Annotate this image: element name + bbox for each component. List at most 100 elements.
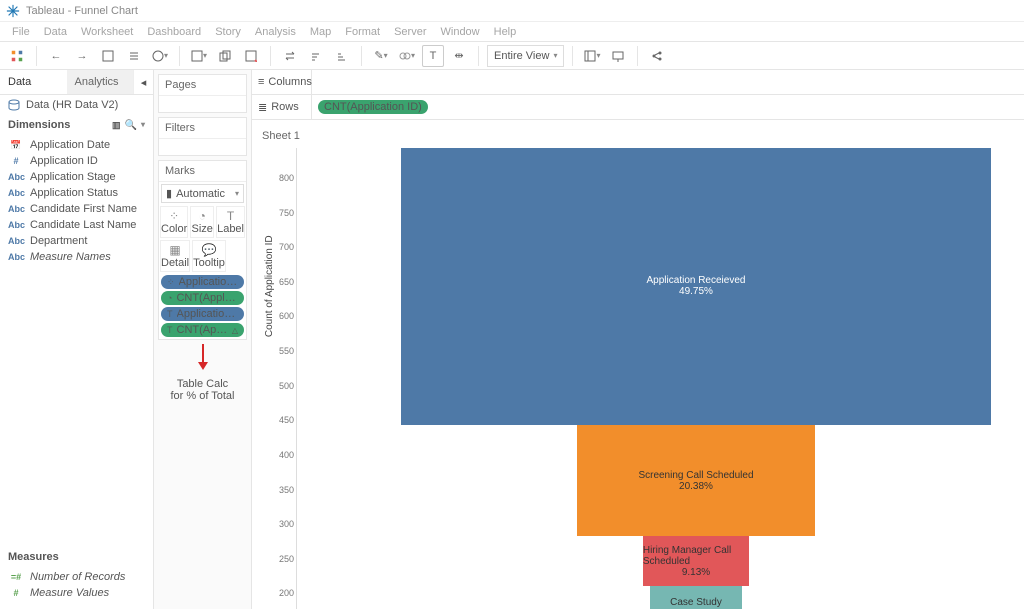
segment-label: Screening Call Scheduled (638, 470, 753, 481)
label-icon: T (167, 325, 173, 335)
menu-map[interactable]: Map (304, 26, 337, 38)
field-measure-values[interactable]: #Measure Values (0, 585, 153, 601)
marks-size[interactable]: ◔Size (190, 206, 214, 238)
undo-icon[interactable]: ← (45, 45, 67, 67)
annotation-line: for % of Total (162, 390, 243, 402)
y-tick-label: 650 (270, 277, 294, 287)
segment-label: Application Receieved (647, 275, 746, 286)
filters-card[interactable]: Filters (158, 117, 247, 156)
save-icon[interactable] (97, 45, 119, 67)
columns-icon: ≡ (258, 76, 264, 88)
tablecalc-icon: △ (232, 326, 238, 335)
funnel-segment[interactable]: Hiring Manager Call Scheduled9.13% (643, 536, 749, 586)
view-as-icon[interactable]: ▥ (112, 120, 121, 131)
menu-server[interactable]: Server (388, 26, 432, 38)
highlight-icon[interactable]: ✎▾ (370, 45, 392, 67)
menu-story[interactable]: Story (209, 26, 247, 38)
columns-label: Columns (268, 76, 311, 88)
field-label: Candidate First Name (30, 203, 137, 215)
field-application-date[interactable]: 📅Application Date (0, 137, 153, 153)
funnel-segment[interactable]: Screening Call Scheduled20.38% (577, 425, 815, 536)
menu-file[interactable]: File (6, 26, 36, 38)
share-icon[interactable] (646, 45, 668, 67)
funnel-segment[interactable]: Application Receieved49.75% (401, 148, 991, 425)
marks-detail[interactable]: ▦Detail (160, 240, 190, 272)
menu-analysis[interactable]: Analysis (249, 26, 302, 38)
collapse-icon[interactable]: ◂ (133, 70, 153, 94)
labels-icon[interactable]: T (422, 45, 444, 67)
field-label: Application ID (30, 155, 98, 167)
funnel-chart[interactable]: Count of Application ID 1502002503003504… (296, 148, 1016, 609)
marks-label[interactable]: TLabel (216, 206, 245, 238)
window-title: Tableau - Funnel Chart (26, 5, 138, 17)
redo-icon[interactable]: → (71, 45, 93, 67)
field-measure-names[interactable]: AbcMeasure Names (0, 249, 153, 265)
rows-shelf[interactable]: ≣Rows CNT(Application ID) (252, 95, 1024, 120)
size-icon: ◔ (199, 209, 206, 223)
marks-type-dropdown[interactable]: ▮Automatic ▾ (161, 184, 244, 203)
menu-worksheet[interactable]: Worksheet (75, 26, 139, 38)
group-icon[interactable]: ▾ (396, 45, 418, 67)
pill-size-cnt[interactable]: ◔CNT(Applicati.. (161, 291, 244, 305)
segment-label: Hiring Manager Call Scheduled (643, 545, 749, 567)
field-application-status[interactable]: AbcApplication Status (0, 185, 153, 201)
tab-analytics[interactable]: Analytics (67, 70, 134, 94)
menu-dashboard[interactable]: Dashboard (141, 26, 207, 38)
presentation-icon[interactable] (607, 45, 629, 67)
dimensions-label: Dimensions (8, 119, 70, 131)
newsheet-icon[interactable]: ▾ (188, 45, 210, 67)
y-tick-label: 250 (270, 554, 294, 564)
new-datasource-icon[interactable] (123, 45, 145, 67)
pill-label-appstage[interactable]: TApplication St.. (161, 307, 244, 321)
fit-dropdown[interactable]: Entire View▾ (487, 45, 564, 67)
menu-icon[interactable]: ▾ (141, 120, 145, 131)
field-department[interactable]: AbcDepartment (0, 233, 153, 249)
sort-asc-icon[interactable] (305, 45, 327, 67)
tab-data[interactable]: Data (0, 70, 67, 94)
field-label: Measure Names (30, 251, 111, 263)
pages-card[interactable]: Pages (158, 74, 247, 113)
pill-label-cnt-tablecalc[interactable]: TCNT(Applic..△ (161, 323, 244, 337)
cards-column: Pages Filters Marks ▮Automatic ▾ ⁘Color … (154, 70, 252, 609)
swap-icon[interactable] (279, 45, 301, 67)
marks-tooltip[interactable]: 💬Tooltip (192, 240, 226, 272)
rows-label: Rows (271, 101, 299, 113)
find-icon[interactable]: 🔍 (125, 120, 137, 131)
segment-label: Case Study (670, 597, 722, 608)
card-title: Marks (159, 161, 246, 182)
tooltip-icon: 💬 (202, 243, 217, 257)
clear-icon[interactable] (240, 45, 262, 67)
field-application-stage[interactable]: AbcApplication Stage (0, 169, 153, 185)
dimensions-list: 📅Application Date #Application ID AbcApp… (0, 135, 153, 267)
start-icon[interactable] (6, 45, 28, 67)
measures-header: Measures (0, 547, 153, 567)
field-label: Number of Records (30, 571, 125, 583)
funnel-segment[interactable]: Case Study7.75% (650, 586, 742, 609)
pill-color-appstage[interactable]: ⁘Application St.. (161, 275, 244, 289)
fix-axes-icon[interactable]: ⇹ (448, 45, 470, 67)
duplicate-icon[interactable] (214, 45, 236, 67)
field-first-name[interactable]: AbcCandidate First Name (0, 201, 153, 217)
marks-color[interactable]: ⁘Color (160, 206, 188, 238)
rows-dropzone[interactable]: CNT(Application ID) (312, 98, 1024, 116)
pill-rows-cnt[interactable]: CNT(Application ID) (318, 100, 428, 114)
showhide-cards-icon[interactable]: ▾ (581, 45, 603, 67)
mcell-label: Color (161, 223, 187, 235)
sort-desc-icon[interactable] (331, 45, 353, 67)
menu-data[interactable]: Data (38, 26, 73, 38)
field-application-id[interactable]: #Application ID (0, 153, 153, 169)
datasource-name: Data (HR Data V2) (26, 99, 118, 111)
field-label: Application Status (30, 187, 118, 199)
columns-shelf[interactable]: ≡ Columns (252, 70, 1024, 95)
menu-format[interactable]: Format (339, 26, 386, 38)
menu-window[interactable]: Window (435, 26, 486, 38)
detail-icon: ▦ (169, 243, 180, 257)
sheet-title[interactable]: Sheet 1 (260, 128, 1016, 148)
card-title: Pages (159, 75, 246, 96)
pause-icon[interactable]: ▾ (149, 45, 171, 67)
datasource-row[interactable]: Data (HR Data V2) (0, 95, 153, 115)
menu-help[interactable]: Help (488, 26, 523, 38)
size-icon: ◔ (167, 293, 172, 303)
field-last-name[interactable]: AbcCandidate Last Name (0, 217, 153, 233)
field-number-records[interactable]: =#Number of Records (0, 569, 153, 585)
